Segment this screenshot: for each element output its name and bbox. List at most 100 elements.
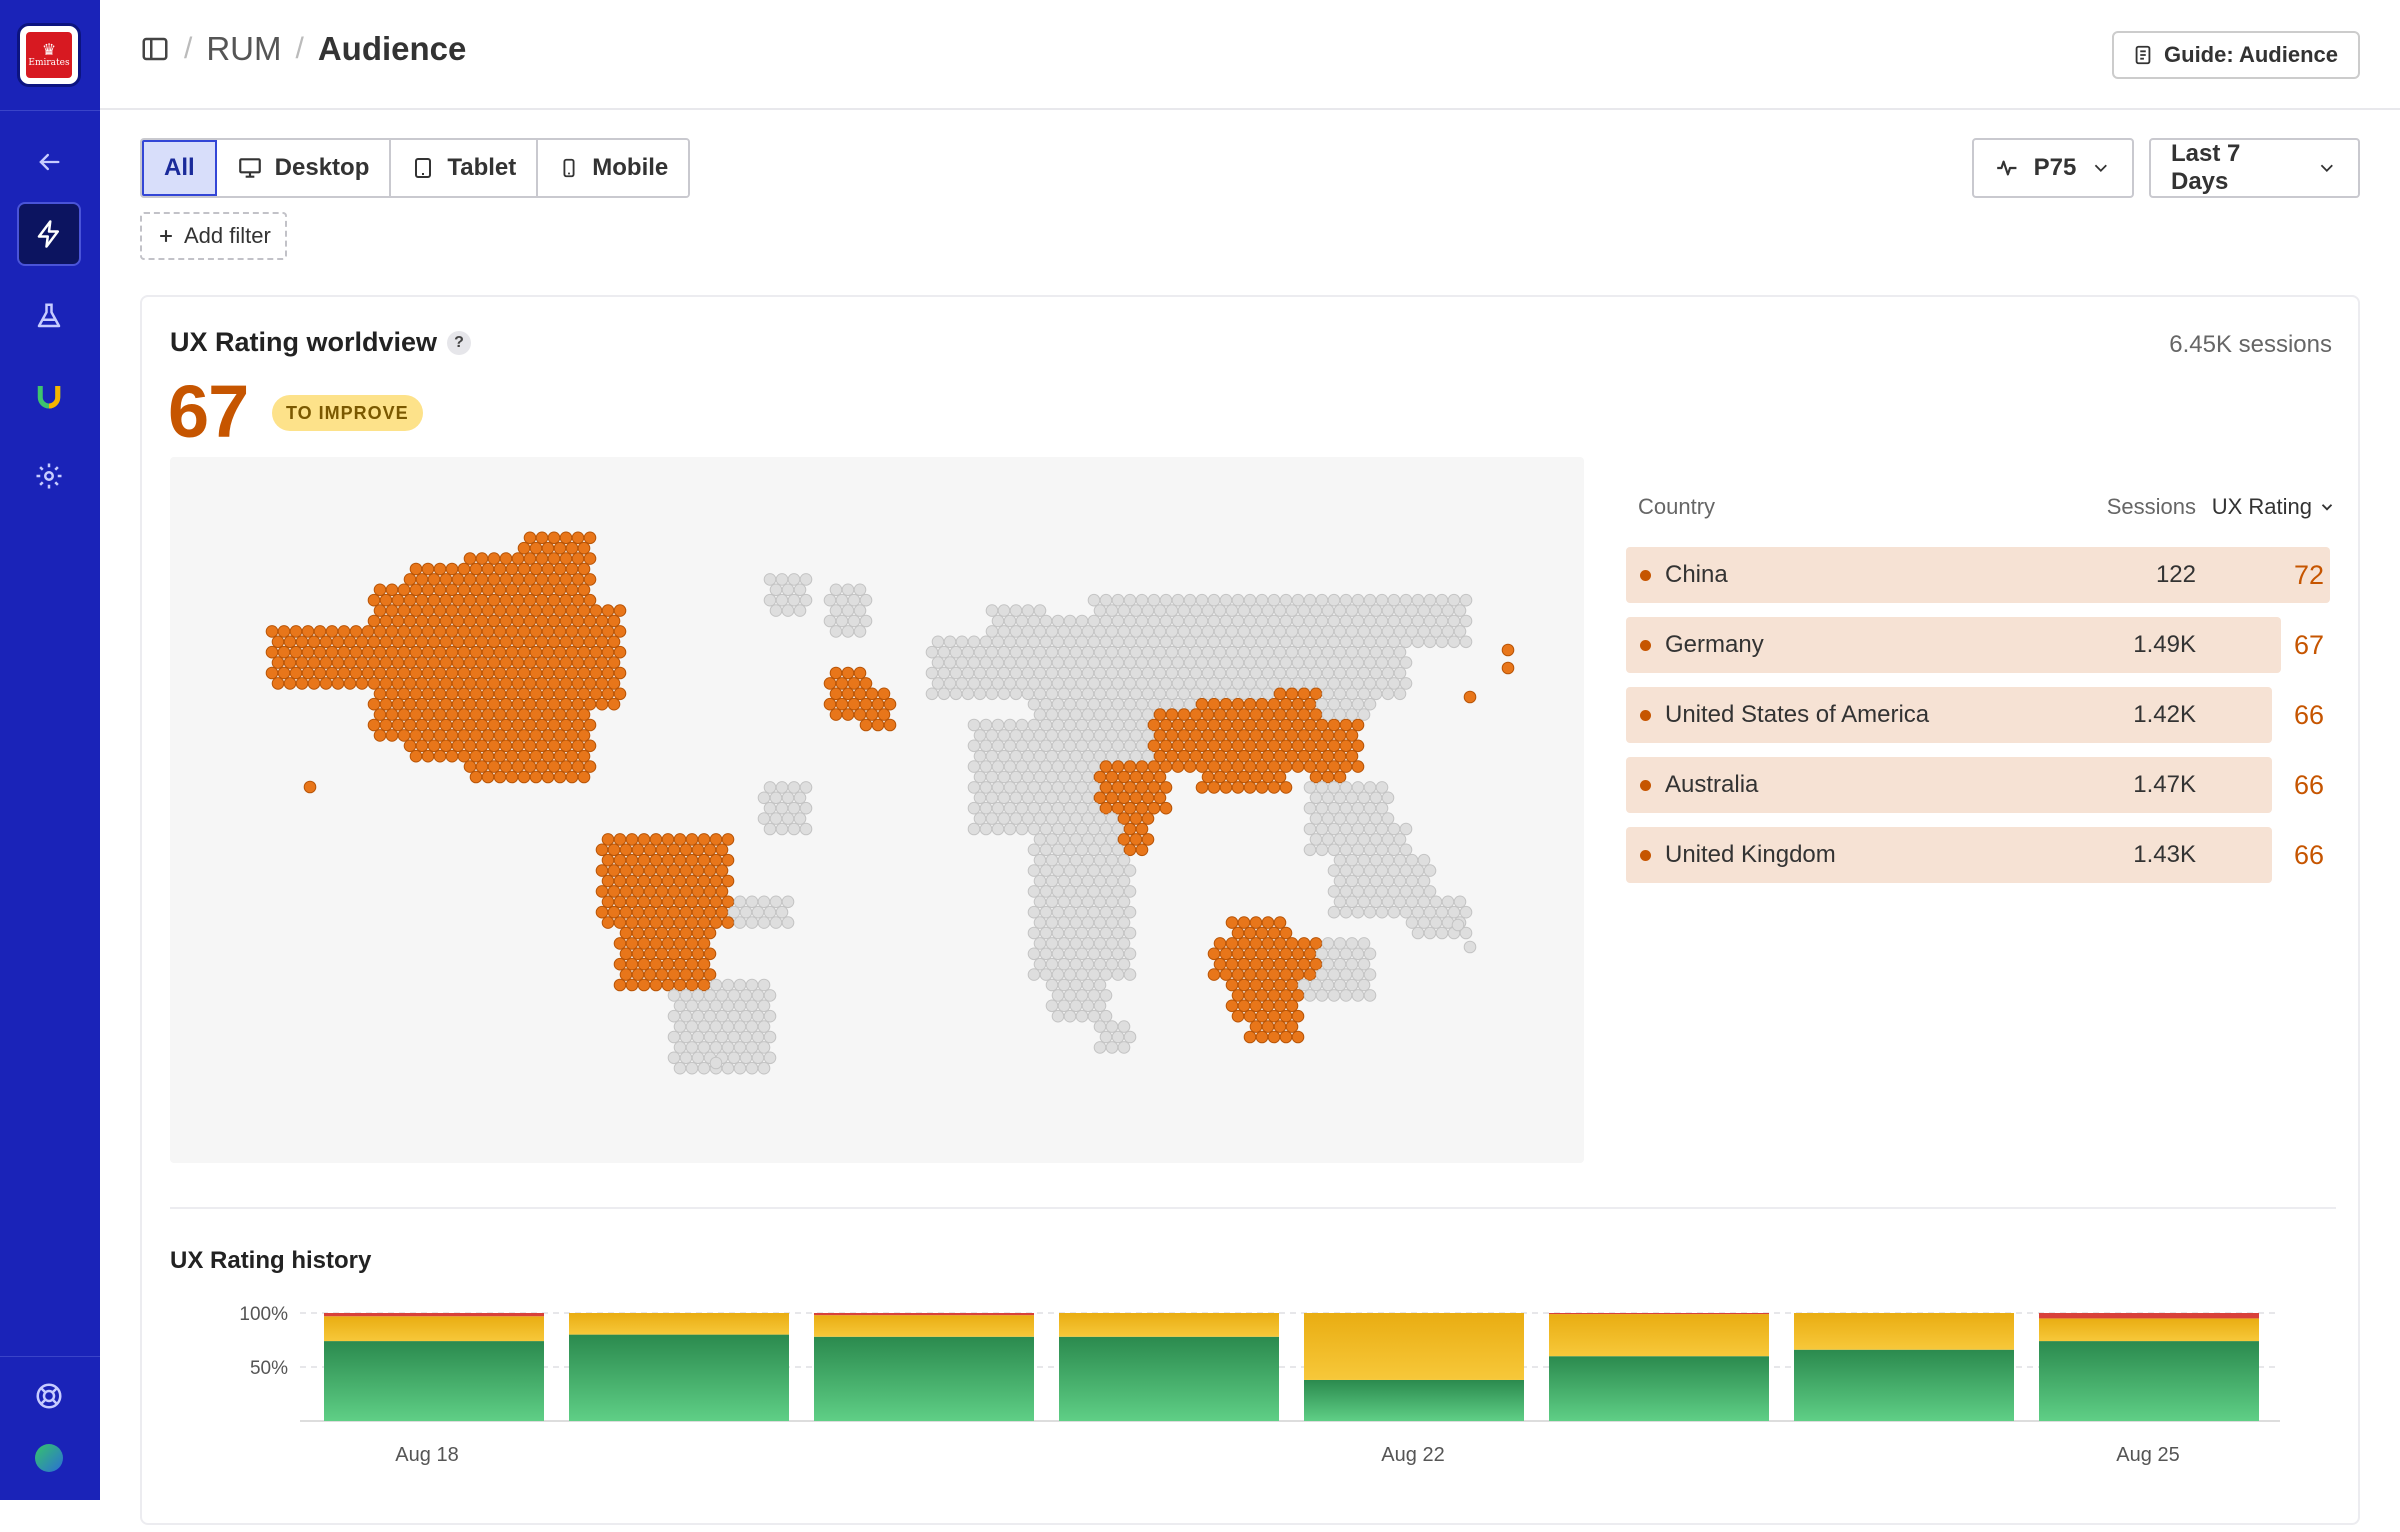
map-hex xyxy=(1123,656,1137,669)
map-hex xyxy=(1027,697,1041,711)
map-hex xyxy=(1165,645,1179,659)
map-hex xyxy=(1363,843,1377,857)
map-hex xyxy=(871,697,885,711)
map-hex xyxy=(457,708,471,721)
map-hex xyxy=(1021,604,1035,617)
map-hex xyxy=(1357,853,1371,867)
map-hex xyxy=(1357,978,1371,992)
map-hex xyxy=(1051,989,1065,1002)
map-hex xyxy=(553,625,567,638)
sidebar-item-settings[interactable] xyxy=(17,444,81,508)
map-hex xyxy=(1201,729,1215,742)
column-sessions[interactable]: Sessions xyxy=(2046,494,2196,520)
map-hex xyxy=(547,614,561,628)
sidebar-toggle-icon[interactable] xyxy=(140,34,170,64)
add-filter-button[interactable]: Add filter xyxy=(140,212,287,260)
map-hex xyxy=(691,905,705,919)
help-icon[interactable]: ? xyxy=(447,330,472,355)
map-hex xyxy=(661,833,675,846)
guide-button[interactable]: Guide: Audience xyxy=(2112,31,2360,79)
map-hex xyxy=(991,656,1005,669)
map-hex xyxy=(1075,905,1089,919)
percentile-dropdown[interactable]: P75 xyxy=(1972,138,2134,198)
map-hex xyxy=(769,583,783,597)
device-tab-mobile[interactable]: Mobile xyxy=(538,140,689,196)
map-hex xyxy=(307,635,321,649)
app-logo[interactable]: ♛ Emirates xyxy=(17,23,81,87)
history-chart[interactable]: 50% 100% Aug 18 Aug 22 Aug 25 xyxy=(170,1287,2350,1527)
map-hex xyxy=(1117,770,1131,784)
map-hex xyxy=(1267,760,1281,773)
map-hex xyxy=(457,749,471,763)
map-hex xyxy=(1087,614,1101,628)
table-row[interactable]: Germany 1.49K 67 xyxy=(1626,617,2336,673)
device-tab-all[interactable]: All xyxy=(142,140,217,196)
map-hex xyxy=(583,677,597,690)
map-hex xyxy=(451,635,465,649)
map-hex xyxy=(607,864,621,877)
sidebar-divider xyxy=(0,110,100,111)
map-hex xyxy=(559,718,573,732)
world-map[interactable] xyxy=(170,457,1584,1163)
table-row[interactable]: China 122 72 xyxy=(1626,547,2336,603)
sessions-cell: 1.42K xyxy=(2133,701,2196,728)
map-hex xyxy=(979,822,993,836)
sidebar-item-integration[interactable] xyxy=(17,364,81,428)
map-hex xyxy=(547,697,561,711)
map-hex xyxy=(571,677,585,690)
map-hex xyxy=(535,656,549,669)
map-hex xyxy=(487,593,501,607)
worldview-title: UX Rating worldview ? xyxy=(170,327,472,358)
map-hex xyxy=(679,926,693,940)
device-tab-desktop[interactable]: Desktop xyxy=(216,140,392,196)
map-hex xyxy=(1219,697,1233,711)
column-country[interactable]: Country xyxy=(1626,494,2046,520)
date-range-dropdown[interactable]: Last 7 Days xyxy=(2149,138,2360,198)
bar-segment xyxy=(2039,1313,2259,1319)
map-hex xyxy=(517,729,531,742)
map-hex xyxy=(1093,729,1107,742)
column-ux-rating[interactable]: UX Rating xyxy=(2196,494,2336,520)
map-hex xyxy=(1393,833,1407,846)
map-hex xyxy=(925,687,939,701)
back-button[interactable] xyxy=(17,130,81,194)
map-hex xyxy=(763,593,777,607)
map-hex xyxy=(949,645,963,659)
map-hex xyxy=(1165,604,1179,617)
map-hex xyxy=(1219,593,1233,607)
help-center-button[interactable] xyxy=(17,1364,81,1428)
map-hex xyxy=(1315,760,1329,773)
map-hex xyxy=(1045,874,1059,888)
map-hex xyxy=(1093,645,1107,659)
map-hex xyxy=(385,583,399,597)
map-hex xyxy=(397,583,411,597)
map-hex xyxy=(667,885,681,898)
map-hex xyxy=(493,770,507,784)
map-hex xyxy=(1117,812,1131,825)
map-hex xyxy=(1087,843,1101,857)
user-avatar[interactable] xyxy=(17,1426,81,1490)
map-hex xyxy=(613,895,627,909)
breadcrumb-root[interactable]: RUM xyxy=(206,30,281,68)
map-hex xyxy=(1165,687,1179,701)
map-hex xyxy=(583,593,597,607)
map-hex xyxy=(433,729,447,742)
sidebar-item-rum[interactable] xyxy=(17,202,81,266)
map-hex xyxy=(1297,708,1311,721)
map-hex xyxy=(499,573,513,586)
map-hex xyxy=(685,1061,699,1075)
map-hex xyxy=(1075,968,1089,981)
map-hex xyxy=(709,1020,723,1033)
map-hex xyxy=(1177,645,1191,659)
map-hex xyxy=(1195,697,1209,711)
map-hex xyxy=(571,573,585,586)
table-row[interactable]: United States of America 1.42K 66 xyxy=(1626,687,2336,743)
table-row[interactable]: Australia 1.47K 66 xyxy=(1626,757,2336,813)
device-tab-tablet[interactable]: Tablet xyxy=(391,140,539,196)
map-hex xyxy=(1459,614,1473,628)
map-hex xyxy=(985,791,999,805)
map-hex xyxy=(1309,708,1323,721)
sidebar-item-experiments[interactable] xyxy=(17,284,81,348)
map-hex xyxy=(1285,687,1299,701)
table-row[interactable]: United Kingdom 1.43K 66 xyxy=(1626,827,2336,883)
